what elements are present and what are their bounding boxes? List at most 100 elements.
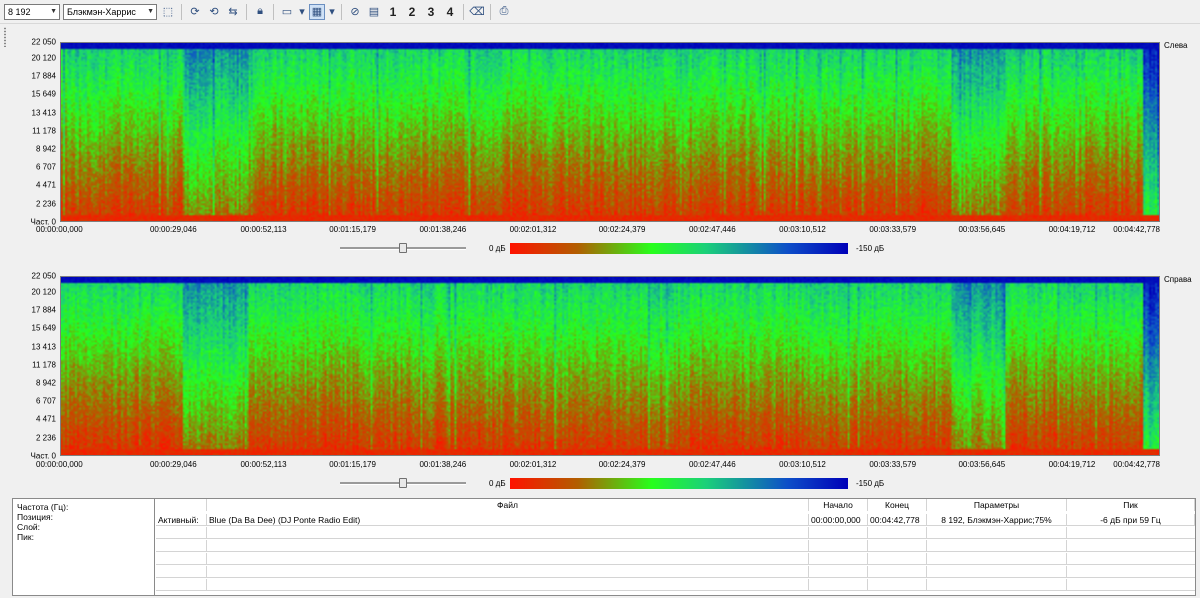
header-start[interactable]: Начало <box>809 499 868 511</box>
document-icon[interactable]: ▤ <box>366 4 382 20</box>
row-end: 00:04:42,778 <box>868 514 927 526</box>
time-tick: 00:02:47,446 <box>688 460 736 469</box>
freq-tick: 2 236 <box>35 433 56 443</box>
table-header: Файл Начало Конец Параметры Пик <box>156 499 1195 511</box>
header-status <box>156 499 207 511</box>
freq-tick: 17 884 <box>31 71 56 81</box>
table-row[interactable] <box>156 540 1195 552</box>
channel-3-button[interactable]: 3 <box>423 4 439 20</box>
fft-size-select[interactable]: 8 192 ▼ <box>4 3 60 20</box>
table-row[interactable]: Активный: Blue (Da Ba Dee) (DJ Ponte Rad… <box>156 514 1195 526</box>
cursor-info: Частота (Гц): Позиция: Слой: Пик: <box>13 499 155 595</box>
select-tool-icon[interactable]: ⬚ <box>160 4 176 20</box>
time-tick: 00:02:47,446 <box>688 225 736 234</box>
header-params[interactable]: Параметры <box>927 499 1067 511</box>
time-axis: 00:00:00,000 00:00:29,046 00:00:52,113 0… <box>36 460 1160 472</box>
freq-tick: 6 707 <box>35 162 56 172</box>
time-tick: 00:03:56,645 <box>958 460 1006 469</box>
eraser-icon[interactable]: ⌫ <box>469 4 485 20</box>
freq-tick: 13 413 <box>31 342 56 352</box>
position-label: Позиция: <box>17 512 53 522</box>
chevron-down-icon[interactable]: ▾ <box>298 4 306 20</box>
chevron-down-icon: ▼ <box>50 8 57 15</box>
toolbar: 8 192 ▼ Блэкмэн-Харрис ▼ ⬚ ⟳ ⟲ ⇆ 🔒︎ ▭ ▾ ▦ … <box>0 0 1200 24</box>
freq-tick: 4 471 <box>35 180 56 190</box>
time-tick: 00:03:33,579 <box>869 225 917 234</box>
lock-icon[interactable]: 🔒︎ <box>252 4 268 20</box>
table-row[interactable] <box>156 566 1195 578</box>
time-tick: 00:02:24,379 <box>598 225 646 234</box>
time-tick: 00:00:52,113 <box>240 225 287 234</box>
info-panel: Частота (Гц): Позиция: Слой: Пик: Файл Н… <box>12 498 1196 596</box>
channel-2-button[interactable]: 2 <box>404 4 420 20</box>
spectrogram-left[interactable] <box>60 42 1160 222</box>
slider-thumb[interactable] <box>399 243 407 253</box>
freq-tick: 8 942 <box>35 378 56 388</box>
swap-channels-icon[interactable]: ⇆ <box>225 4 241 20</box>
window-function-select[interactable]: Блэкмэн-Харрис ▼ <box>63 3 157 20</box>
frequency-label: Частота (Гц): <box>17 502 69 512</box>
freq-tick: 15 649 <box>31 323 56 333</box>
spectrogram-view-icon[interactable]: ▦ <box>309 3 325 20</box>
chevron-down-icon: ▼ <box>147 8 154 15</box>
time-tick: 00:04:19,712 <box>1048 225 1096 234</box>
time-tick: 00:01:38,246 <box>419 225 467 234</box>
freq-tick: 22 050 <box>31 271 56 281</box>
freq-tick: 22 050 <box>31 37 56 47</box>
legend-min-label: 0 дБ <box>489 244 506 253</box>
time-tick: 00:03:33,579 <box>869 460 917 469</box>
freq-tick: 4 471 <box>35 414 56 424</box>
freq-tick: 11 178 <box>32 126 56 136</box>
table-row[interactable] <box>156 579 1195 591</box>
time-tick: 00:00:00,000 <box>36 460 83 469</box>
channel-1-button[interactable]: 1 <box>385 4 401 20</box>
color-scale-bar <box>510 243 848 254</box>
time-tick: 00:00:29,046 <box>149 460 197 469</box>
chevron-down-icon[interactable]: ▾ <box>328 4 336 20</box>
toolbar-separator <box>341 3 342 20</box>
auto-refresh-icon[interactable]: ⟲ <box>206 4 222 20</box>
freq-tick: 15 649 <box>31 89 56 99</box>
freq-tick: 17 884 <box>31 305 56 315</box>
time-tick: 00:03:10,512 <box>779 460 826 469</box>
freq-tick: 2 236 <box>35 199 56 209</box>
time-tick: 00:01:15,179 <box>329 460 376 469</box>
freq-tick: 20 120 <box>31 53 56 63</box>
freq-tick: 20 120 <box>31 287 56 297</box>
time-tick: 00:00:00,000 <box>36 225 83 234</box>
header-end[interactable]: Конец <box>868 499 927 511</box>
channel-4-button[interactable]: 4 <box>442 4 458 20</box>
time-tick: 00:00:52,113 <box>240 460 287 469</box>
table-row[interactable] <box>156 527 1195 539</box>
toolbar-separator <box>246 3 247 20</box>
legend-min-label: 0 дБ <box>489 479 506 488</box>
time-tick: 00:00:29,046 <box>149 225 197 234</box>
legend-max-label: -150 дБ <box>856 479 885 488</box>
frequency-axis-left: 22 050 20 120 17 884 15 649 13 413 11 17… <box>0 38 58 227</box>
no-entry-icon[interactable]: ⊘ <box>347 4 363 20</box>
channel-label-right: Справа <box>1164 275 1192 284</box>
time-tick: 00:03:10,512 <box>779 225 826 234</box>
time-tick: 00:04:42,778 <box>1113 225 1160 234</box>
freq-tick: 11 178 <box>32 360 56 370</box>
display-mode-icon[interactable]: ▭ <box>279 4 295 20</box>
time-tick: 00:01:38,246 <box>419 460 467 469</box>
window-function-value: Блэкмэн-Харрис <box>67 6 136 17</box>
slider-thumb[interactable] <box>399 478 407 488</box>
spectrogram-right[interactable] <box>60 276 1160 456</box>
refresh-icon[interactable]: ⟳ <box>187 4 203 20</box>
color-scale-bar <box>510 478 848 489</box>
table-row[interactable] <box>156 553 1195 565</box>
row-params: 8 192, Блэкмэн-Харрис;75% <box>927 514 1067 526</box>
header-file[interactable]: Файл <box>207 499 809 511</box>
time-tick: 00:02:01,312 <box>509 460 557 469</box>
toolbar-separator <box>273 3 274 20</box>
header-peak[interactable]: Пик <box>1067 499 1195 511</box>
row-peak: -6 дБ при 59 Гц <box>1067 514 1195 526</box>
toolbar-separator <box>463 3 464 20</box>
time-tick: 00:02:24,379 <box>598 460 646 469</box>
time-tick: 00:04:19,712 <box>1048 460 1096 469</box>
contrast-slider[interactable] <box>340 243 466 253</box>
print-icon[interactable]: ⎙ <box>496 4 512 20</box>
contrast-slider[interactable] <box>340 478 466 488</box>
